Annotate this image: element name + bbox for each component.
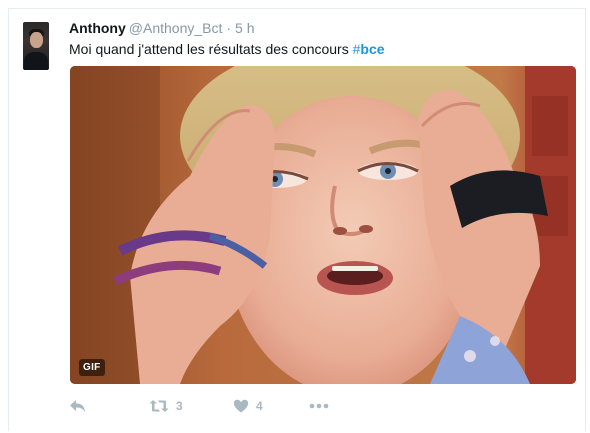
gif-media[interactable]: GIF <box>70 66 576 384</box>
tweet-actions: 3 4 <box>69 397 369 415</box>
avatar[interactable] <box>23 22 49 70</box>
tweet-header: Anthony @Anthony_Bct · 5 h <box>69 19 255 37</box>
hashtag-text: bce <box>360 41 385 57</box>
gif-frame-image <box>70 66 576 384</box>
author-full-name[interactable]: Anthony <box>69 20 126 36</box>
tweet-text-body: Moi quand j'attend les résultats des con… <box>69 41 353 57</box>
header-separator: · <box>226 20 232 36</box>
retweet-icon <box>149 400 169 412</box>
like-count: 4 <box>256 399 263 413</box>
reply-button[interactable] <box>69 397 87 415</box>
more-dots-icon <box>309 403 329 409</box>
gif-badge: GIF <box>79 359 105 376</box>
heart-icon <box>233 399 249 413</box>
author-username[interactable]: @Anthony_Bct <box>129 20 223 36</box>
tweet-timestamp[interactable]: 5 h <box>235 20 254 36</box>
retweet-button[interactable]: 3 <box>149 397 183 415</box>
more-button[interactable] <box>309 397 329 415</box>
reply-icon <box>70 400 85 412</box>
like-button[interactable]: 4 <box>233 397 263 415</box>
hashtag-link[interactable]: #bce <box>353 41 385 57</box>
tweet-card[interactable]: Anthony @Anthony_Bct · 5 h Moi quand j'atte… <box>8 8 586 431</box>
retweet-count: 3 <box>176 399 183 413</box>
tweet-text: Moi quand j'attend les résultats des con… <box>69 40 385 58</box>
